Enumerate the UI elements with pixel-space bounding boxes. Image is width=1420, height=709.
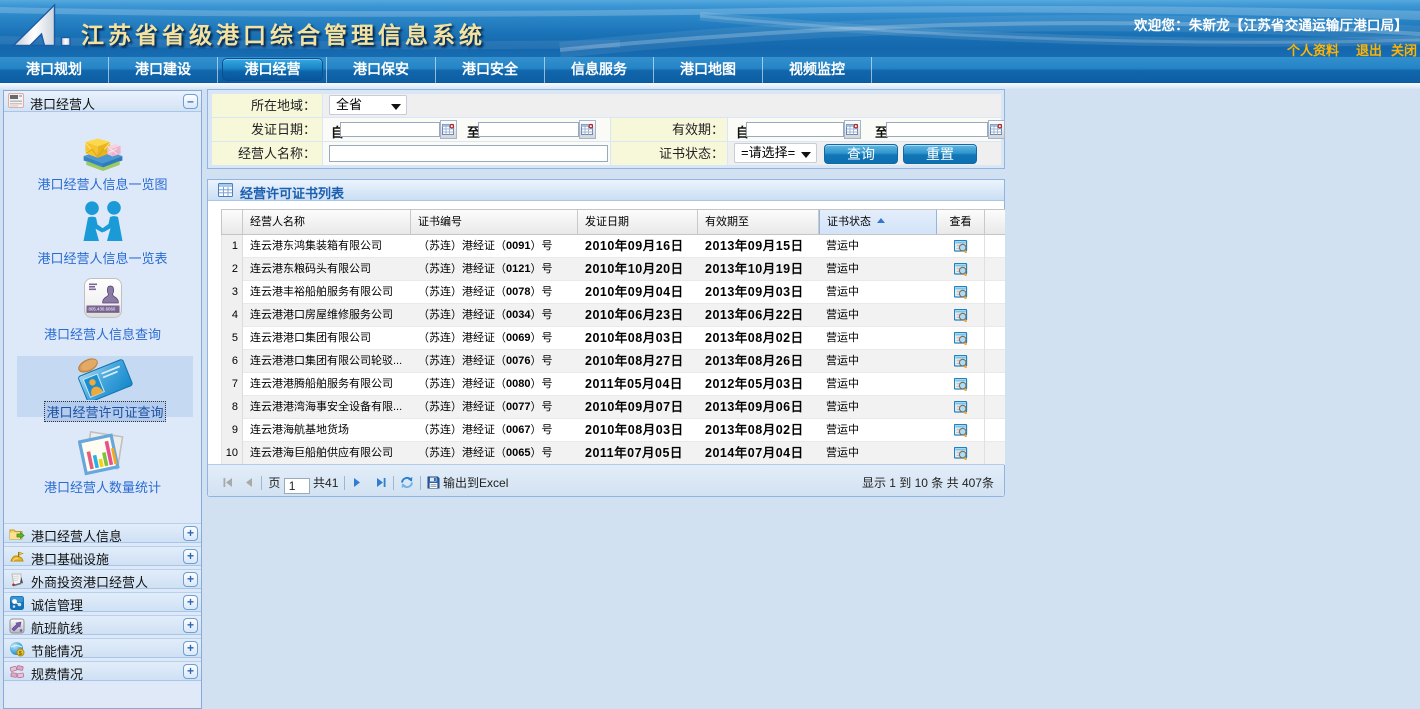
svg-text:$: $ — [19, 651, 22, 657]
svg-text:805.430.6060: 805.430.6060 — [88, 306, 115, 311]
